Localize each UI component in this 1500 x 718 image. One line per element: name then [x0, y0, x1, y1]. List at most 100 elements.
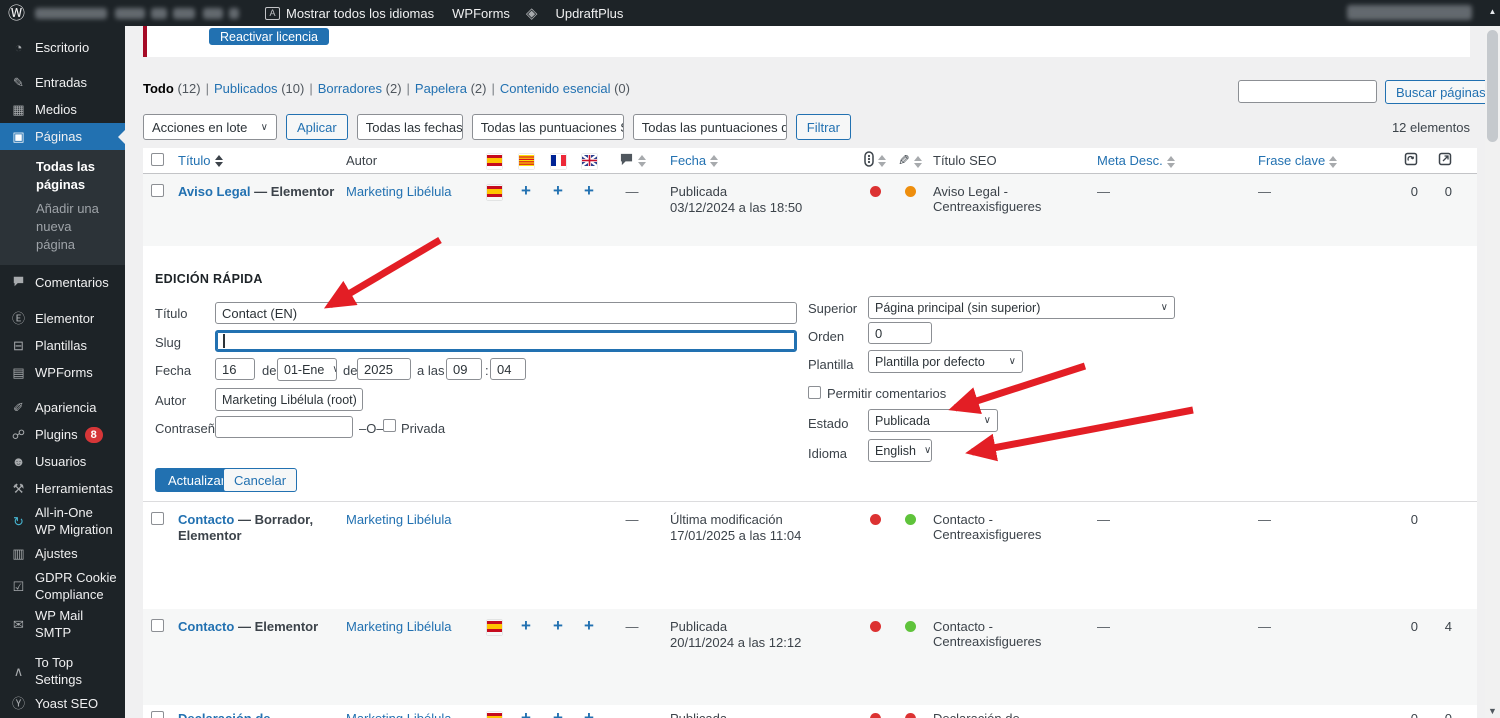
view-borradores[interactable]: Borradores	[318, 81, 382, 96]
sidebar-item-medios[interactable]: ▦Medios	[0, 96, 125, 123]
user-account-redacted[interactable]	[1347, 5, 1472, 20]
add-translation-icon[interactable]: +	[521, 616, 531, 635]
submenu-all-pages[interactable]: Todas las páginas	[0, 155, 125, 197]
sidebar-item-aiowm[interactable]: ↻All-in-One WP Migration	[0, 502, 125, 540]
scroll-down-icon[interactable]: ▼	[1485, 706, 1500, 716]
filter-button[interactable]: Filtrar	[796, 114, 851, 140]
scroll-up-icon[interactable]: ▲	[1485, 0, 1500, 26]
row-checkbox[interactable]	[151, 184, 164, 197]
outgoing-links-column-icon[interactable]	[1438, 152, 1452, 169]
updates-redacted[interactable]	[115, 8, 145, 19]
sidebar-item-herramientas[interactable]: ⚒Herramientas	[0, 475, 125, 502]
add-translation-icon[interactable]: +	[553, 708, 563, 718]
internal-links-column-icon[interactable]	[1404, 152, 1418, 169]
sort-arrows-icon[interactable]	[1329, 156, 1337, 168]
private-checkbox[interactable]	[383, 419, 396, 432]
site-name-redacted[interactable]	[35, 8, 107, 19]
row-checkbox[interactable]	[151, 619, 164, 632]
quick-edit-hour-input[interactable]: 09	[446, 358, 482, 380]
sidebar-item-ajustes[interactable]: ▥Ajustes	[0, 540, 125, 567]
sidebar-item-yoast[interactable]: ⓎYoast SEO	[0, 690, 125, 717]
apply-button[interactable]: Aplicar	[286, 114, 348, 140]
sidebar-item-comentarios[interactable]: Comentarios	[0, 269, 125, 296]
sidebar-item-wp-mail-smtp[interactable]: ✉WP Mail SMTP	[0, 605, 125, 643]
flag-spain-icon[interactable]	[487, 712, 502, 718]
seo-scores-filter-select[interactable]: Todas las puntuaciones SEC∨	[472, 114, 624, 140]
page-title-link[interactable]: Contacto	[178, 619, 234, 634]
sort-arrows-icon[interactable]	[878, 155, 886, 167]
readability-column-icon[interactable]: ✎	[898, 152, 910, 169]
author-link[interactable]: Marketing Libélula	[346, 711, 452, 718]
new-menu-redacted[interactable]	[173, 8, 195, 19]
sort-meta-desc[interactable]: Meta Desc.	[1097, 153, 1163, 168]
page-title-link[interactable]: Contacto	[178, 512, 234, 527]
sidebar-item-paginas[interactable]: ▣Páginas	[0, 123, 125, 150]
sidebar-item-elementor[interactable]: ⒺElementor	[0, 305, 125, 332]
quick-edit-order-input[interactable]: 0	[868, 322, 932, 344]
select-all-checkbox[interactable]	[151, 153, 164, 166]
sort-arrows-icon[interactable]	[1167, 156, 1175, 168]
quick-edit-day-input[interactable]: 16	[215, 358, 255, 380]
quick-edit-author-select[interactable]: Marketing Libélula (root)∨	[215, 388, 363, 411]
bar-item-redacted-2[interactable]	[229, 8, 239, 19]
view-papelera[interactable]: Papelera	[415, 81, 467, 96]
flag-spain-icon[interactable]	[487, 185, 502, 200]
wordpress-logo-icon[interactable]: Ⓦ	[8, 5, 25, 22]
sidebar-item-usuarios[interactable]: ☻Usuarios	[0, 448, 125, 475]
sidebar-item-gdpr[interactable]: ☑GDPR Cookie Compliance	[0, 567, 125, 605]
dates-filter-select[interactable]: Todas las fechas∨	[357, 114, 463, 140]
flag-spain-icon[interactable]	[487, 620, 502, 635]
bulk-actions-select[interactable]: Acciones en lote∨	[143, 114, 277, 140]
sort-focus-keyphrase[interactable]: Frase clave	[1258, 153, 1325, 168]
sort-arrows-icon[interactable]	[638, 155, 646, 167]
row-checkbox[interactable]	[151, 711, 164, 718]
page-title-link[interactable]: Aviso Legal	[178, 184, 250, 199]
show-all-languages-menu[interactable]: A Mostrar todos los idiomas	[265, 6, 434, 21]
quick-edit-template-select[interactable]: Plantilla por defecto∨	[868, 350, 1023, 373]
row-checkbox[interactable]	[151, 512, 164, 525]
quick-edit-slug-input[interactable]	[215, 330, 797, 352]
view-todo[interactable]: Todo	[143, 81, 174, 96]
bar-item-redacted[interactable]	[203, 8, 223, 19]
scrollbar-thumb[interactable]	[1487, 30, 1498, 142]
quick-edit-month-select[interactable]: 01-Ene∨	[277, 358, 337, 381]
sidebar-item-to-top[interactable]: ∧To Top Settings	[0, 652, 125, 690]
comments-column-icon[interactable]	[619, 153, 634, 169]
add-translation-icon[interactable]: +	[584, 181, 594, 200]
author-link[interactable]: Marketing Libélula	[346, 184, 452, 199]
add-translation-icon[interactable]: +	[553, 181, 563, 200]
seo-score-column-icon[interactable]	[864, 151, 874, 170]
sort-title[interactable]: Título	[178, 153, 211, 168]
sidebar-item-plantillas[interactable]: ⊟Plantillas	[0, 332, 125, 359]
add-translation-icon[interactable]: +	[584, 616, 594, 635]
sidebar-item-entradas[interactable]: ✎Entradas	[0, 69, 125, 96]
quick-edit-language-select[interactable]: English∨	[868, 439, 932, 462]
page-title-link[interactable]: Declaración de accesibilidad	[178, 711, 271, 718]
quick-edit-status-select[interactable]: Publicada∨	[868, 409, 998, 432]
search-pages-button[interactable]: Buscar páginas	[1385, 80, 1497, 104]
updraftplus-bar-menu[interactable]: UpdraftPlus	[555, 6, 623, 21]
quick-edit-password-input[interactable]	[215, 416, 353, 438]
quick-edit-minute-input[interactable]: 04	[490, 358, 526, 380]
sort-arrows-icon[interactable]	[710, 155, 718, 167]
page-scrollbar[interactable]: ▲ ▼	[1485, 0, 1500, 718]
wpforms-bar-menu[interactable]: WPForms	[452, 6, 510, 21]
sort-arrows-icon[interactable]	[914, 156, 922, 168]
author-link[interactable]: Marketing Libélula	[346, 619, 452, 634]
quick-edit-parent-select[interactable]: Página principal (sin superior)∨	[868, 296, 1175, 319]
view-contenido-esencial[interactable]: Contenido esencial	[500, 81, 611, 96]
view-publicados[interactable]: Publicados	[214, 81, 278, 96]
quick-edit-title-input[interactable]: Contact (EN)	[215, 302, 797, 324]
comments-count-redacted[interactable]	[151, 8, 167, 19]
sort-date[interactable]: Fecha	[670, 153, 706, 168]
sidebar-item-escritorio[interactable]: ◔Escritorio	[0, 34, 125, 61]
add-translation-icon[interactable]: +	[553, 616, 563, 635]
allow-comments-checkbox[interactable]	[808, 386, 821, 399]
quick-edit-year-input[interactable]: 2025	[357, 358, 411, 380]
sidebar-item-wpforms[interactable]: ▤WPForms	[0, 359, 125, 386]
add-translation-icon[interactable]: +	[584, 708, 594, 718]
search-pages-input[interactable]	[1238, 80, 1377, 103]
reactivate-license-button[interactable]: Reactivar licencia	[209, 28, 329, 45]
add-translation-icon[interactable]: +	[521, 708, 531, 718]
add-translation-icon[interactable]: +	[521, 181, 531, 200]
